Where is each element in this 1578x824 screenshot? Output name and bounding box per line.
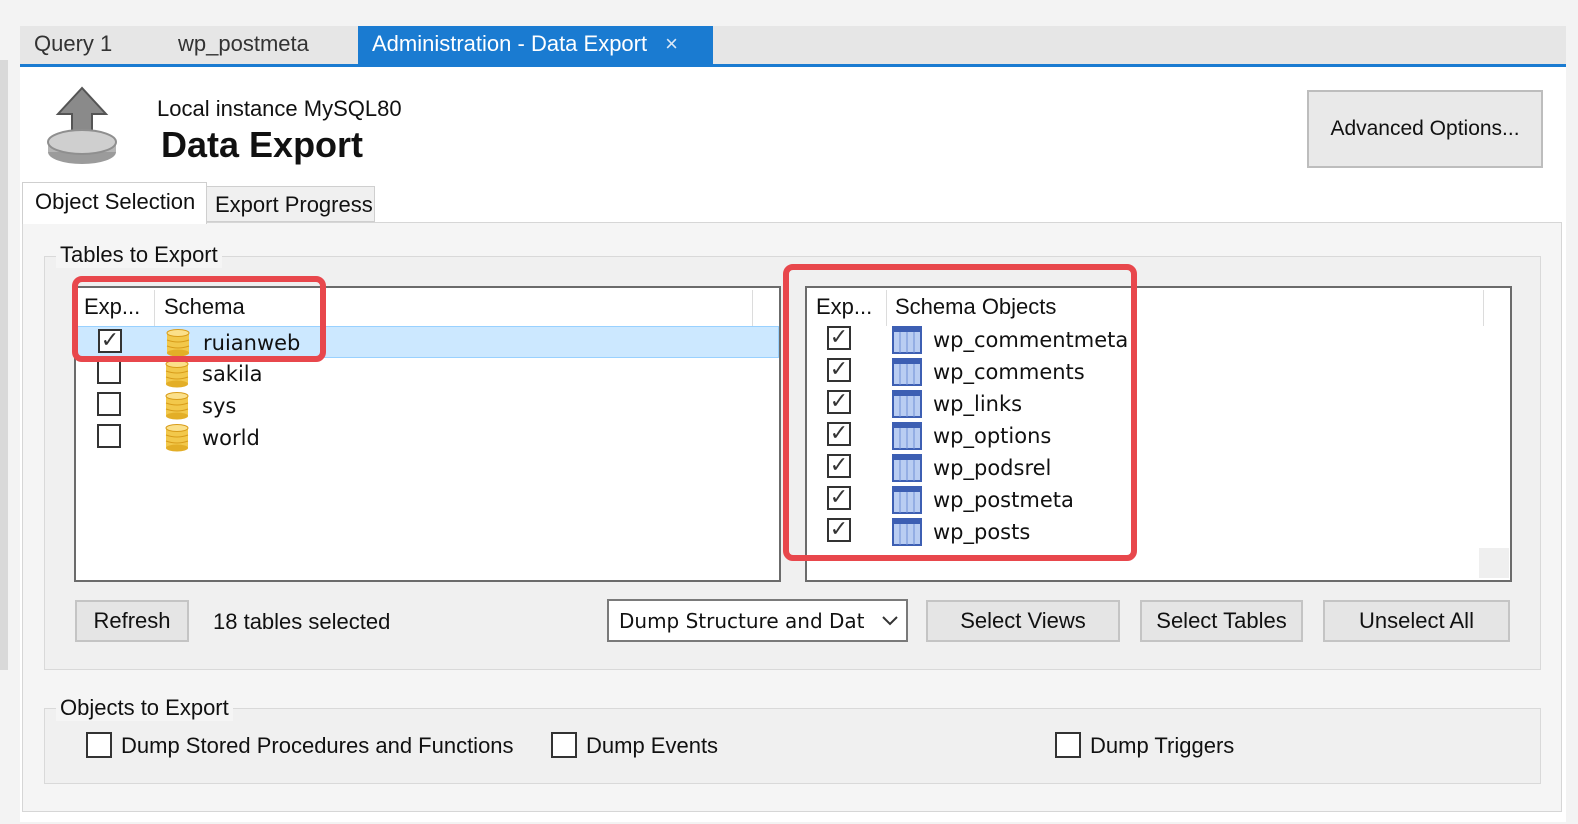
unselect-all-button[interactable]: Unselect All [1323, 600, 1510, 642]
database-icon [165, 360, 189, 388]
dump-triggers-checkbox[interactable] [1055, 732, 1081, 758]
export-icon [47, 86, 117, 164]
tab-wp-postmeta[interactable]: wp_postmeta [178, 26, 309, 64]
tab-export-progress[interactable]: Export Progress [206, 186, 375, 222]
dump-events-label: Dump Events [586, 733, 719, 758]
select-tables-button[interactable]: Select Tables [1140, 600, 1303, 642]
refresh-button[interactable]: Refresh [75, 600, 189, 642]
dump-triggers-label: Dump Triggers [1090, 733, 1235, 758]
database-icon [165, 392, 189, 420]
schema-name: world [202, 426, 260, 450]
tab-administration-data-export[interactable]: Administration - Data Export × [358, 26, 713, 64]
tables-to-export-title: Tables to Export [56, 242, 222, 268]
advanced-options-button[interactable]: Advanced Options... [1307, 90, 1543, 168]
schema-row-world[interactable]: world [76, 422, 779, 454]
export-checkbox[interactable] [97, 424, 121, 448]
column-separator [752, 290, 753, 326]
schema-row-sakila[interactable]: sakila [76, 358, 779, 390]
dump-stored-procedures-checkbox[interactable] [86, 732, 112, 758]
document-tab-bar: Query 1 wp_postmeta Administration - Dat… [20, 26, 1566, 66]
left-edge-shade [0, 60, 8, 670]
tab-query-1[interactable]: Query 1 [34, 26, 112, 64]
tab-object-selection[interactable]: Object Selection [22, 182, 207, 224]
schema-name: sakila [202, 362, 263, 386]
export-checkbox[interactable] [97, 360, 121, 384]
objects-to-export-title: Objects to Export [56, 695, 233, 721]
dump-events-checkbox[interactable] [551, 732, 577, 758]
select-views-button[interactable]: Select Views [926, 600, 1120, 642]
dump-stored-procedures-label: Dump Stored Procedures and Functions [121, 733, 514, 758]
schema-row-sys[interactable]: sys [76, 390, 779, 422]
close-icon[interactable]: × [665, 31, 678, 56]
chevron-down-icon [882, 616, 898, 626]
schema-name: sys [202, 394, 237, 418]
dump-mode-value: Dump Structure and Dat [619, 609, 865, 633]
dump-mode-select[interactable]: Dump Structure and Dat [607, 599, 908, 642]
instance-name: Local instance MySQL80 [157, 96, 402, 121]
selection-status: 18 tables selected [213, 609, 391, 634]
highlight-box [72, 276, 326, 362]
database-icon [165, 424, 189, 452]
page-title: Data Export [161, 124, 364, 165]
export-checkbox[interactable] [97, 392, 121, 416]
highlight-box [783, 264, 1137, 561]
tab-label: Administration - Data Export [372, 31, 648, 56]
